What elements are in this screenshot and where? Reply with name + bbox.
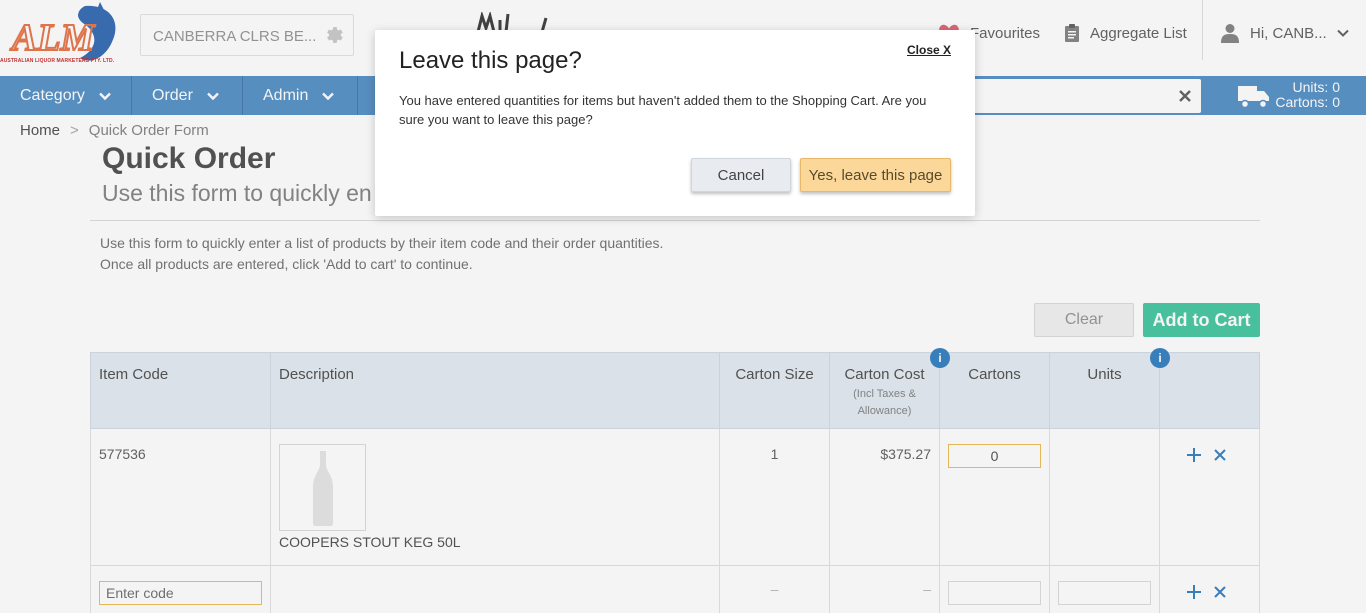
cancel-button[interactable]: Cancel <box>691 158 791 192</box>
dialog-message: You have entered quantities for items bu… <box>399 93 927 127</box>
leave-page-dialog: Leave this page? Close X You have entere… <box>375 30 975 216</box>
confirm-leave-button[interactable]: Yes, leave this page <box>800 158 951 192</box>
dialog-close-link[interactable]: Close X <box>907 43 951 57</box>
dialog-title: Leave this page? <box>399 47 582 74</box>
